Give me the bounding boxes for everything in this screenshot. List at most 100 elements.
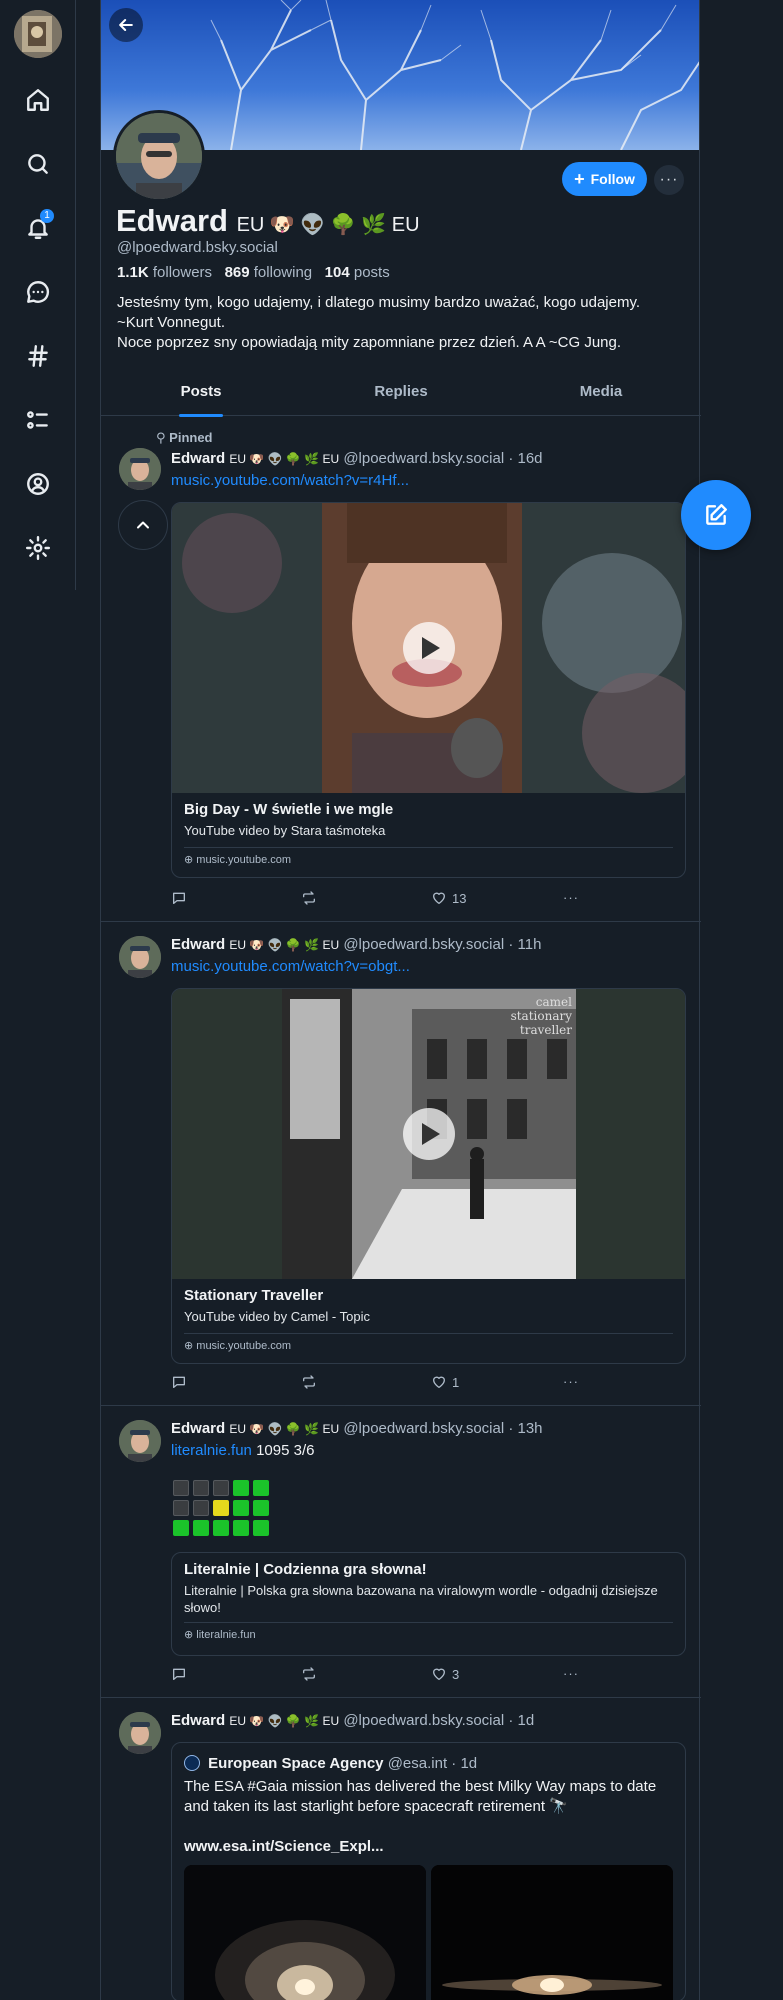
reply-icon bbox=[173, 892, 185, 904]
card-domain-text: music.youtube.com bbox=[196, 854, 292, 866]
tab-media[interactable]: Media bbox=[501, 372, 701, 415]
reply-button[interactable] bbox=[171, 890, 192, 906]
profile-tabs: Posts Replies Media bbox=[101, 372, 701, 416]
link-card[interactable]: camel stationary traveller Stationary Tr… bbox=[171, 988, 686, 1364]
video-thumbnail: camel stationary traveller bbox=[172, 989, 685, 1279]
profile-avatar[interactable] bbox=[113, 110, 205, 202]
post-handle-time[interactable]: @lpoedward.bsky.social · 13h bbox=[343, 1420, 542, 1437]
play-icon[interactable] bbox=[402, 1108, 455, 1160]
profile-icon[interactable] bbox=[22, 468, 54, 500]
post-more-button[interactable]: ··· bbox=[563, 1374, 579, 1389]
post-author-emojis: EU 🐶 👽 🌳 🌿 EU bbox=[229, 938, 340, 952]
post-author-name[interactable]: Edward bbox=[171, 1712, 225, 1729]
tab-replies[interactable]: Replies bbox=[301, 372, 501, 415]
follow-button[interactable]: + Follow bbox=[562, 162, 647, 196]
followers-count: 1.1K bbox=[117, 264, 149, 281]
quoted-post[interactable]: European Space Agency @esa.int · 1d The … bbox=[171, 1742, 686, 2000]
wordle-cell bbox=[193, 1520, 209, 1536]
post-more-button[interactable]: ··· bbox=[563, 1666, 579, 1681]
globe-icon: ⊕ bbox=[184, 1629, 194, 1641]
card-description: YouTube video by Stara taśmoteka bbox=[184, 823, 386, 838]
repost-button[interactable] bbox=[301, 1666, 322, 1682]
wordle-cell bbox=[173, 1500, 189, 1516]
card-description: Literalnie | Polska gra słowna bazowana … bbox=[184, 1583, 658, 1615]
post-header: Edward EU 🐶 👽 🌳 🌿 EU @lpoedward.bsky.soc… bbox=[171, 1712, 534, 1729]
more-options-button[interactable]: ··· bbox=[654, 165, 684, 195]
chevron-up-icon bbox=[137, 521, 149, 529]
my-avatar[interactable] bbox=[14, 10, 62, 58]
post-handle-time[interactable]: @lpoedward.bsky.social · 1d bbox=[343, 1712, 534, 1729]
post-author-avatar[interactable] bbox=[119, 936, 161, 978]
reply-button[interactable] bbox=[171, 1374, 192, 1390]
quoted-text: The ESA #Gaia mission has delivered the … bbox=[184, 1778, 657, 1815]
video-thumbnail bbox=[172, 503, 685, 793]
reply-icon bbox=[173, 1376, 185, 1388]
post-author-avatar[interactable] bbox=[119, 1712, 161, 1754]
post-link[interactable]: literalnie.fun bbox=[171, 1442, 252, 1459]
heart-icon bbox=[433, 1376, 445, 1388]
like-button[interactable]: 13 bbox=[431, 890, 466, 906]
left-nav: 1 bbox=[0, 0, 76, 590]
post-link[interactable]: music.youtube.com/watch?v=r4Hf... bbox=[171, 472, 409, 489]
milky-way-image[interactable] bbox=[184, 1865, 426, 2000]
repost-icon bbox=[303, 1667, 315, 1681]
like-button[interactable]: 1 bbox=[431, 1374, 459, 1390]
heart-icon bbox=[433, 892, 445, 904]
lists-icon[interactable] bbox=[22, 404, 54, 436]
post-header: Edward EU 🐶 👽 🌳 🌿 EU @lpoedward.bsky.soc… bbox=[171, 450, 543, 467]
post-author-name[interactable]: Edward bbox=[171, 1420, 225, 1437]
post-handle-time[interactable]: @lpoedward.bsky.social · 16d bbox=[343, 450, 542, 467]
profile-display-name: Edward bbox=[116, 203, 228, 238]
tab-posts[interactable]: Posts bbox=[101, 372, 301, 415]
post-header: Edward EU 🐶 👽 🌳 🌿 EU @lpoedward.bsky.soc… bbox=[171, 1420, 543, 1437]
notifications-icon[interactable]: 1 bbox=[22, 209, 54, 244]
repost-button[interactable] bbox=[301, 1374, 322, 1390]
link-card[interactable]: Big Day - W świetle i we mgle YouTube vi… bbox=[171, 502, 686, 878]
post-author-name[interactable]: Edward bbox=[171, 450, 225, 467]
home-icon[interactable] bbox=[22, 84, 54, 116]
feeds-hash-icon[interactable] bbox=[22, 340, 54, 372]
back-button[interactable] bbox=[109, 8, 143, 42]
post-more-button[interactable]: ··· bbox=[563, 890, 579, 905]
link-card[interactable]: Literalnie | Codzienna gra słowna! Liter… bbox=[171, 1552, 686, 1656]
post-author-avatar[interactable] bbox=[119, 448, 161, 490]
feed-post[interactable]: Edward EU 🐶 👽 🌳 🌿 EU @lpoedward.bsky.soc… bbox=[101, 922, 701, 1406]
chat-icon[interactable] bbox=[22, 276, 54, 308]
scroll-to-top-button[interactable] bbox=[118, 500, 168, 550]
settings-gear-icon[interactable] bbox=[22, 532, 54, 564]
globe-icon: ⊕ bbox=[184, 1340, 194, 1352]
post-text: literalnie.fun 1095 3/6 bbox=[171, 1442, 314, 1459]
wordle-result-grid bbox=[173, 1480, 269, 1536]
repost-button[interactable] bbox=[301, 890, 322, 906]
bio-line: Jesteśmy tym, kogo udajemy, i dlatego mu… bbox=[117, 294, 641, 311]
like-button[interactable]: 3 bbox=[431, 1666, 459, 1682]
search-icon[interactable] bbox=[22, 148, 54, 180]
like-count: 3 bbox=[452, 1666, 460, 1682]
followers-link[interactable]: 1.1K followers bbox=[117, 264, 212, 281]
feed-post[interactable]: Edward EU 🐶 👽 🌳 🌿 EU @lpoedward.bsky.soc… bbox=[101, 1406, 701, 1698]
compose-pencil-icon bbox=[706, 504, 727, 525]
card-domain: ⊕ music.youtube.com bbox=[172, 1334, 685, 1358]
feed-post[interactable]: Edward EU 🐶 👽 🌳 🌿 EU @lpoedward.bsky.soc… bbox=[101, 1698, 701, 2000]
like-count: 1 bbox=[452, 1374, 460, 1390]
play-icon[interactable] bbox=[402, 622, 455, 674]
profile-name: Edward EU 🐶 👽 🌳 🌿 EU bbox=[116, 203, 420, 239]
plus-icon: + bbox=[574, 169, 585, 189]
posts-stat: 104 posts bbox=[325, 264, 390, 281]
following-link[interactable]: 869 following bbox=[225, 264, 313, 281]
reply-button[interactable] bbox=[171, 1666, 192, 1682]
post-link[interactable]: music.youtube.com/watch?v=obgt... bbox=[171, 958, 410, 975]
compose-post-button[interactable] bbox=[681, 480, 751, 550]
wordle-cell bbox=[233, 1480, 249, 1496]
profile-column: + Follow ··· Edward EU 🐶 👽 🌳 🌿 EU @lpoed… bbox=[100, 0, 701, 2000]
galaxy-side-image[interactable] bbox=[431, 1865, 673, 2000]
post-author-emojis: EU 🐶 👽 🌳 🌿 EU bbox=[229, 1422, 340, 1436]
post-handle-time[interactable]: @lpoedward.bsky.social · 11h bbox=[343, 936, 541, 953]
post-author-avatar[interactable] bbox=[119, 1420, 161, 1462]
quoted-link[interactable]: www.esa.int/Science_Expl... bbox=[184, 1837, 674, 1857]
quoted-author-name[interactable]: European Space Agency bbox=[208, 1755, 383, 1772]
post-actions: 1 ··· bbox=[171, 1374, 591, 1394]
post-author-name[interactable]: Edward bbox=[171, 936, 225, 953]
feed-post[interactable]: Edward EU 🐶 👽 🌳 🌿 EU @lpoedward.bsky.soc… bbox=[101, 420, 701, 922]
posts-count: 104 bbox=[324, 264, 350, 281]
